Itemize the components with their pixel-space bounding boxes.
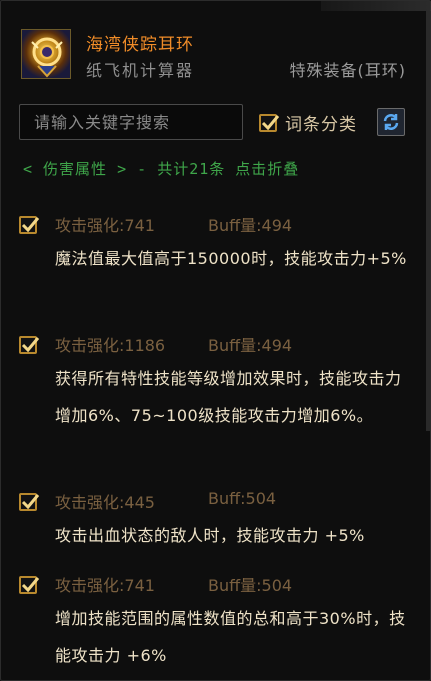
entry-stats: 攻击强化:741 Buff量:504	[55, 572, 292, 596]
entry-description: 攻击出血状态的敌人时，技能攻击力 +5%	[55, 526, 365, 545]
window-top-edge	[321, 1, 431, 11]
earring-item-icon	[21, 29, 71, 79]
search-input[interactable]	[19, 104, 243, 140]
classify-label[interactable]: 词条分类	[285, 110, 357, 135]
item-name: 海湾侠踪耳环	[86, 35, 194, 55]
classify-checkbox[interactable]	[259, 114, 280, 132]
entry-description: 获得所有特性技能等级增加效果时，技能攻击力增加6%、75~100级技能攻击力增加…	[55, 369, 402, 425]
entry-checkbox[interactable]	[19, 576, 40, 594]
buff-stat: Buff:504	[208, 489, 277, 508]
item-type: 特殊装备(耳环)	[289, 61, 406, 80]
equipment-panel: 海湾侠踪耳环 纸飞机计算器 特殊装备(耳环) 词条分类 < 伤害属性 > - 共…	[0, 0, 431, 681]
attack-stat: 攻击强化:741	[55, 576, 155, 595]
buff-stat: Buff量:494	[208, 336, 293, 355]
scrollbar[interactable]	[426, 11, 430, 431]
entry-checkbox[interactable]	[19, 216, 40, 234]
checkmark-icon	[21, 577, 40, 593]
entry-description: 增加技能范围的属性数值的总和高于30%时，技能攻击力 +6%	[55, 609, 406, 665]
refresh-icon	[383, 114, 399, 130]
entry-stats: 攻击强化:445 Buff:504	[55, 489, 276, 513]
entry-stats: 攻击强化:741 Buff量:494	[55, 212, 292, 236]
calculator-source: 纸飞机计算器	[86, 61, 195, 80]
attack-stat: 攻击强化:445	[55, 493, 155, 512]
entry-checkbox[interactable]	[19, 336, 40, 354]
checkmark-icon	[21, 217, 40, 233]
entry-stats: 攻击强化:1186 Buff量:494	[55, 332, 292, 356]
entry-checkbox[interactable]	[19, 493, 40, 511]
attack-stat: 攻击强化:1186	[55, 336, 166, 355]
refresh-button[interactable]	[377, 108, 405, 136]
attack-stat: 攻击强化:741	[55, 216, 155, 235]
search-row: 词条分类	[19, 104, 414, 140]
buff-stat: Buff量:504	[208, 576, 293, 595]
checkmark-icon	[261, 115, 280, 131]
group-collapse-toggle[interactable]: < 伤害属性 > - 共计21条 点击折叠	[23, 158, 299, 179]
buff-stat: Buff量:494	[208, 216, 293, 235]
item-header: 海湾侠踪耳环 纸飞机计算器 特殊装备(耳环)	[21, 29, 416, 83]
checkmark-icon	[21, 494, 40, 510]
entry-description: 魔法值最大值高于150000时，技能攻击力+5%	[55, 249, 407, 268]
checkmark-icon	[21, 337, 40, 353]
